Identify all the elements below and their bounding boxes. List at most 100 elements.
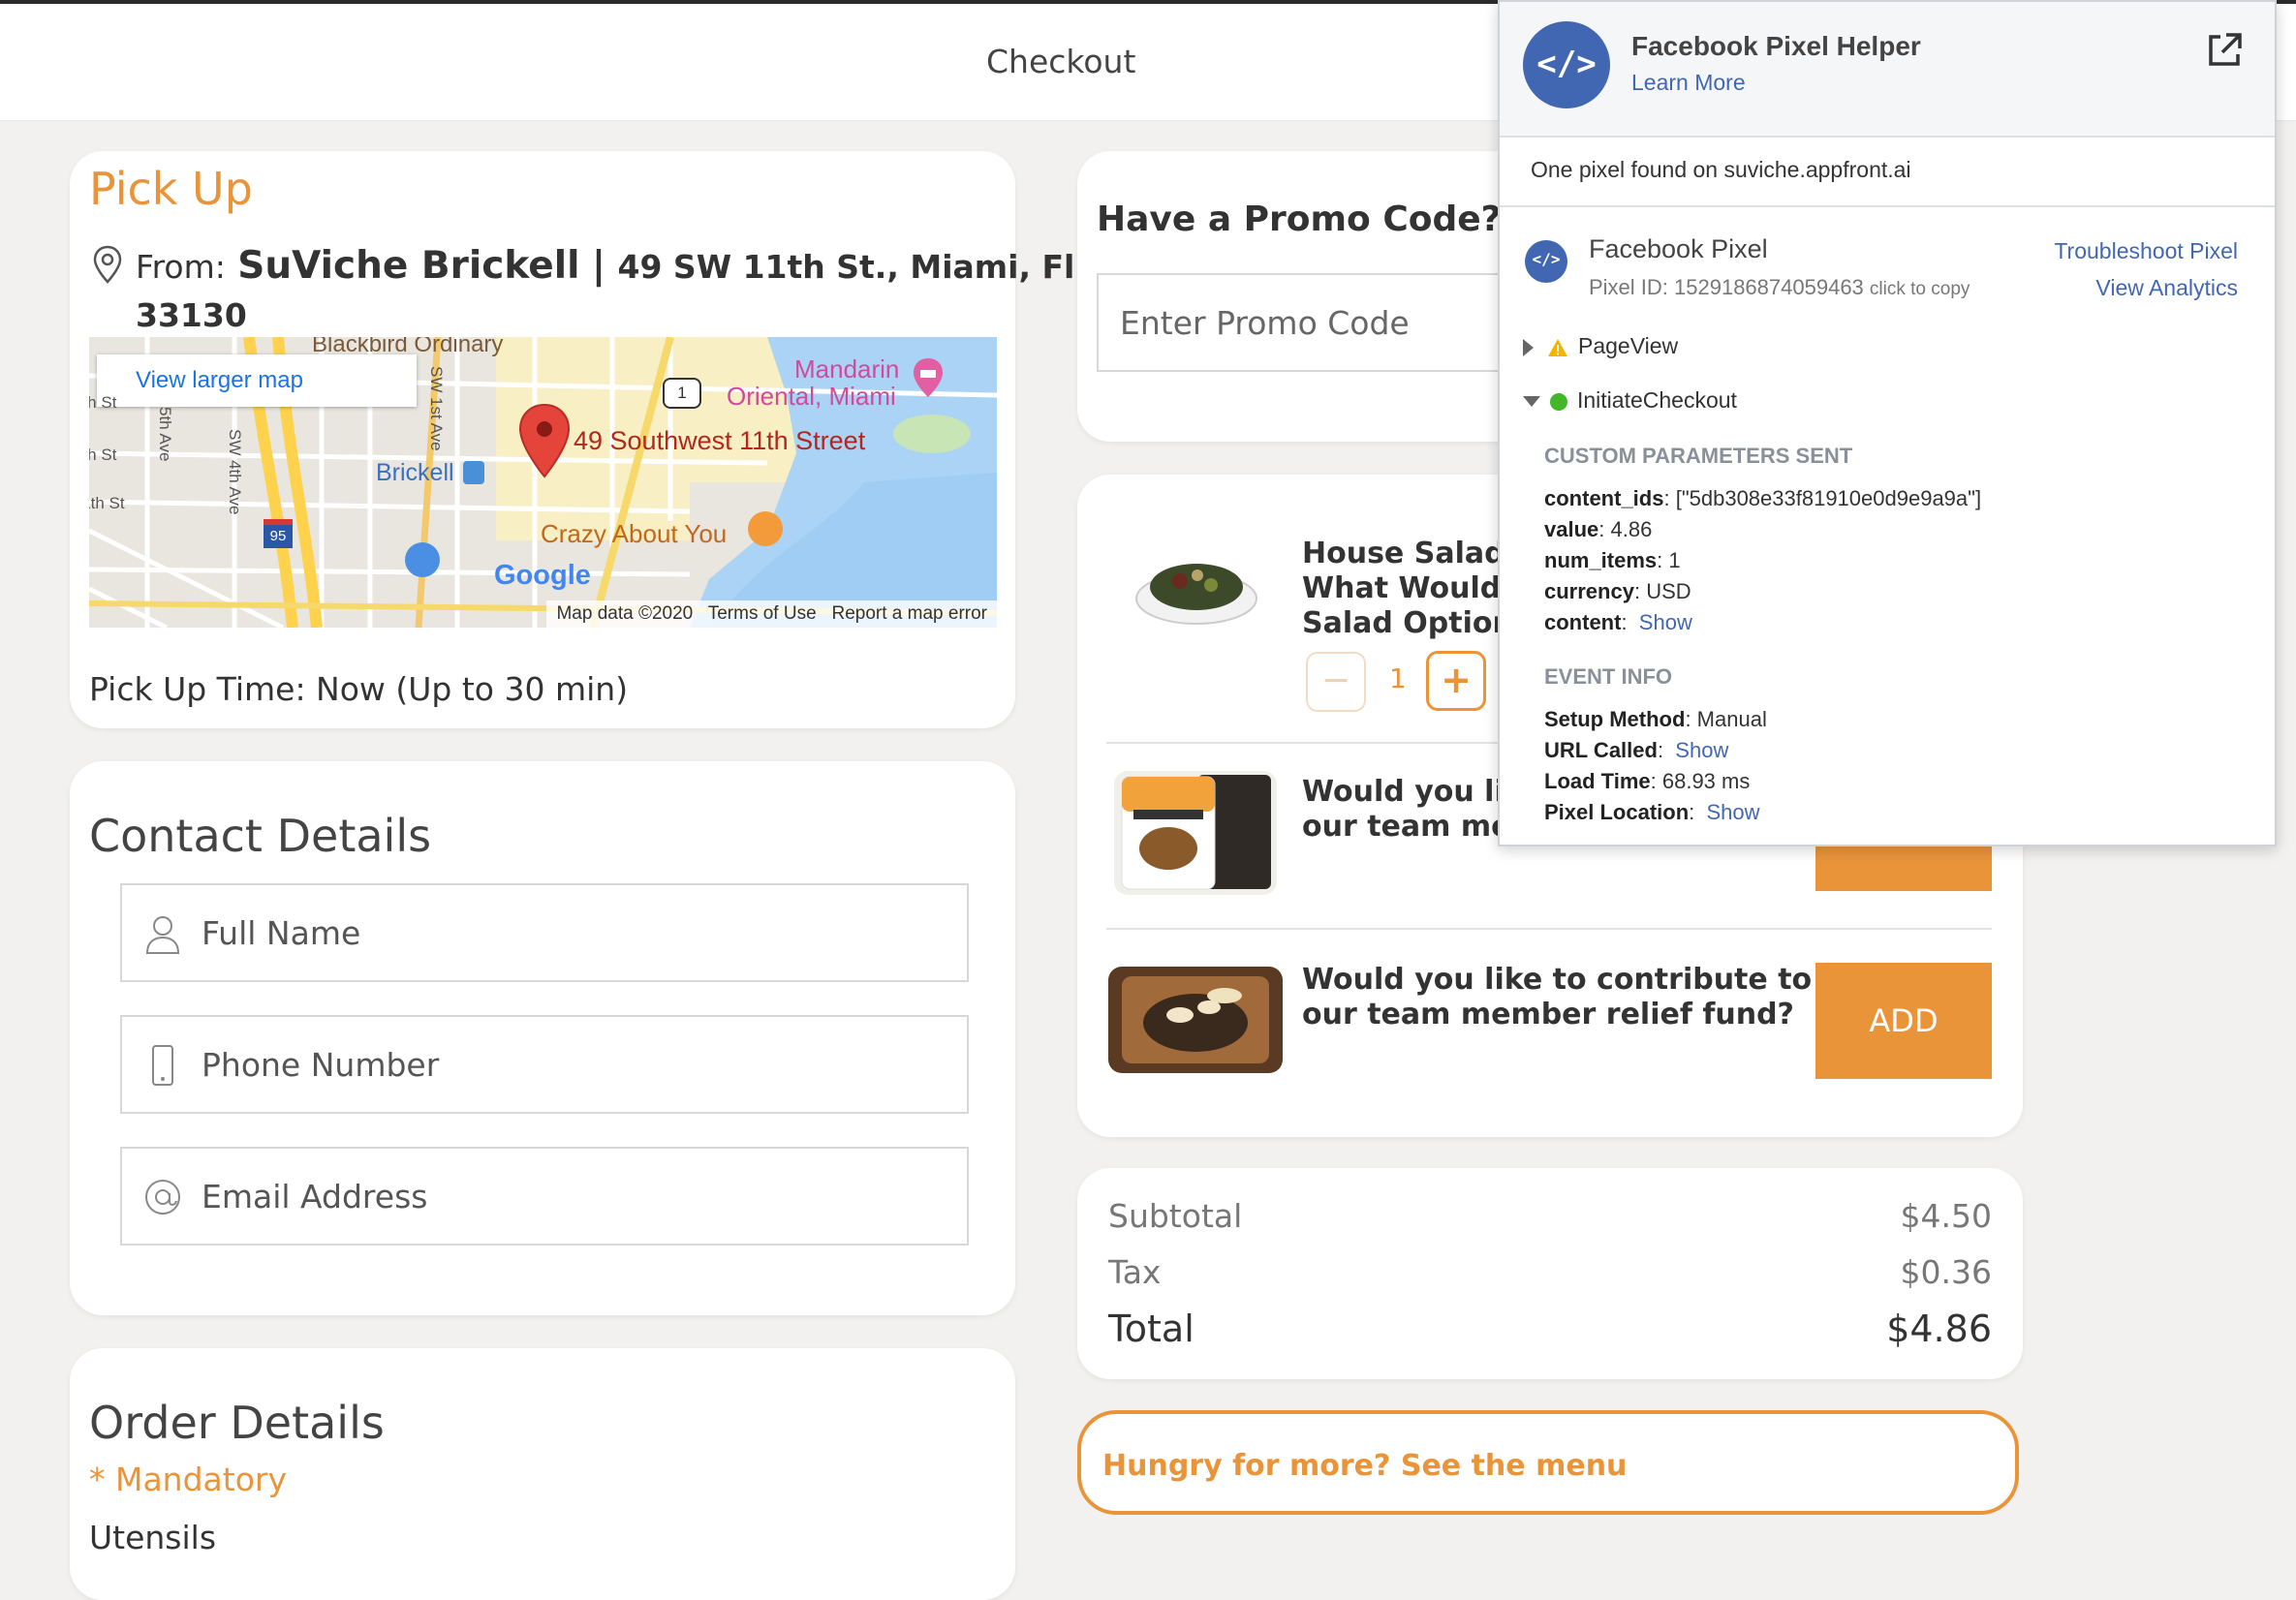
pixel-found-text: One pixel found on suviche.appfront.ai (1531, 157, 1911, 182)
quantity-increase-button[interactable]: + (1426, 651, 1486, 711)
phone-number-field[interactable]: Phone Number (120, 1015, 969, 1114)
map-footer: Map data ©2020 Terms of Use Report a map… (546, 600, 997, 628)
pickup-from: From: SuViche Brickell | 49 SW 11th St.,… (136, 244, 1074, 288)
param-value: value: 4.86 (1544, 517, 1653, 541)
popup-header: </> Facebook Pixel Helper Learn More (1500, 2, 2275, 138)
store-name: SuViche Brickell (237, 244, 580, 288)
canchitas-image (1114, 771, 1277, 895)
troubleshoot-pixel-link[interactable]: Troubleshoot Pixel (2054, 238, 2238, 264)
tax-label: Tax (1108, 1253, 1162, 1291)
email-placeholder: Email Address (202, 1178, 428, 1215)
map-report-link[interactable]: Report a map error (831, 603, 987, 624)
info-setup-method: Setup Method: Manual (1544, 707, 1767, 731)
total-label: Total (1108, 1308, 1195, 1350)
google-logo: Google (494, 560, 591, 591)
email-field[interactable]: Email Address (120, 1147, 969, 1246)
map-pin-marker-icon (518, 403, 571, 478)
event-initiatecheckout[interactable]: InitiateCheckout (1523, 387, 1737, 414)
pickup-time: Pick Up Time: Now (Up to 30 min) (89, 670, 629, 708)
quantity-value: 1 (1389, 662, 1407, 694)
promo-title: Have a Promo Code? (1097, 200, 1502, 239)
map-pin-label: 49 Southwest 11th Street (574, 426, 866, 455)
full-name-field[interactable]: Full Name (120, 883, 969, 982)
promo-code-placeholder: Enter Promo Code (1120, 304, 1410, 342)
at-sign-icon (145, 1180, 180, 1215)
store-map[interactable]: View larger map Blackbird Ordinary Manda… (89, 337, 997, 628)
page-title: Checkout (986, 43, 1136, 80)
highway-95-shield: 95 (264, 519, 293, 548)
map-label-brickell: Brickell (376, 459, 454, 486)
success-check-icon (1550, 392, 1567, 411)
address-separator: | (591, 244, 606, 288)
view-analytics-link[interactable]: View Analytics (2095, 275, 2238, 301)
map-label-5th-ave: 5th Ave (156, 407, 174, 462)
pickup-title: Pick Up (89, 163, 253, 215)
pixel-helper-popup: </> Facebook Pixel Helper Learn More One… (1498, 0, 2277, 846)
bar-marker-icon (748, 511, 783, 546)
event-info-heading: EVENT INFO (1544, 664, 1673, 689)
map-label-11th-st: 11th St (89, 494, 125, 512)
map-label-9th-st: 9th St (89, 446, 117, 464)
info-pixel-location: Pixel Location: Show (1544, 800, 1760, 824)
from-label: From: (136, 248, 226, 286)
item-divider (1106, 928, 1992, 930)
tax-value: $0.36 (1900, 1253, 1992, 1291)
see-menu-button[interactable]: Hungry for more? See the menu (1077, 1410, 2019, 1515)
learn-more-link[interactable]: Learn More (1631, 70, 1746, 96)
subtotal-value: $4.50 (1900, 1197, 1992, 1235)
add-relief-fund-button[interactable]: ADD (1815, 963, 1992, 1079)
map-label-oriental: Oriental, Miami (727, 382, 896, 411)
map-label-mandarin: Mandarin (794, 354, 900, 384)
click-to-copy-hint: click to copy (1869, 279, 1970, 299)
location-pin-icon (93, 245, 122, 284)
hotel-marker-icon (914, 358, 943, 397)
phone-number-placeholder: Phone Number (202, 1046, 440, 1084)
house-salad-image (1135, 564, 1257, 625)
event-pageview-label: PageView (1578, 333, 1679, 358)
quantity-decrease-button[interactable]: − (1306, 652, 1366, 712)
person-icon (145, 916, 180, 954)
pixel-name: Facebook Pixel (1589, 234, 1768, 263)
param-content-ids: content_ids: ["5db308e33f81910e0d9e9a9a"… (1544, 486, 1982, 510)
see-menu-label: Hungry for more? See the menu (1102, 1449, 1628, 1483)
transit-icon (463, 461, 484, 484)
promo-code-input[interactable]: Enter Promo Code (1097, 273, 1504, 372)
house-salad-name: House Salad (1302, 537, 1505, 570)
popup-title: Facebook Pixel Helper (1631, 31, 1921, 61)
add-button-partial[interactable] (1815, 846, 1992, 891)
map-label-8th-st: 8th St (89, 393, 117, 412)
facebook-pixel-icon: </> (1525, 240, 1567, 283)
param-currency: currency: USD (1544, 579, 1691, 603)
shopping-marker-icon (405, 542, 440, 577)
url-called-show-link[interactable]: Show (1675, 738, 1728, 762)
pixel-helper-logo-icon: </> (1523, 21, 1610, 108)
relief-fund-question-line1: Would you like to contribute to (1302, 963, 1813, 997)
map-label-4th-ave: SW 4th Ave (226, 429, 244, 515)
custom-params-heading: CUSTOM PARAMETERS SENT (1544, 444, 1853, 468)
pixel-location-show-link[interactable]: Show (1707, 800, 1760, 824)
open-external-icon[interactable] (2205, 31, 2244, 70)
event-initiatecheckout-label: InitiateCheckout (1577, 387, 1737, 413)
pixel-id[interactable]: Pixel ID: 1529186874059463 click to copy (1589, 275, 1970, 300)
info-url-called: URL Called: Show (1544, 738, 1729, 762)
expand-arrow-icon (1523, 338, 1534, 356)
relief-fund-question-line2: our team member relief fund? (1302, 998, 1794, 1031)
map-terms-link[interactable]: Terms of Use (708, 603, 817, 624)
phone-icon (152, 1045, 173, 1086)
content-show-link[interactable]: Show (1639, 610, 1692, 634)
view-larger-map-link[interactable]: View larger map (97, 354, 417, 407)
event-pageview[interactable]: PageView (1523, 333, 1678, 359)
subtotal-label: Subtotal (1108, 1197, 1243, 1235)
popup-divider (1500, 205, 2275, 207)
full-name-placeholder: Full Name (202, 914, 361, 952)
utensils-label: Utensils (89, 1519, 217, 1556)
total-value: $4.86 (1886, 1308, 1992, 1350)
warning-icon (1548, 338, 1567, 356)
map-label-crazy: Crazy About You (541, 519, 728, 548)
order-details-title: Order Details (89, 1397, 385, 1449)
store-address: 49 SW 11th St., Miami, Fl (617, 248, 1075, 286)
store-zip: 33130 (136, 296, 247, 334)
map-label-blackbird: Blackbird Ordinary (312, 337, 504, 357)
collapse-arrow-icon (1523, 396, 1540, 408)
pixel-id-value: Pixel ID: 1529186874059463 (1589, 275, 1864, 299)
